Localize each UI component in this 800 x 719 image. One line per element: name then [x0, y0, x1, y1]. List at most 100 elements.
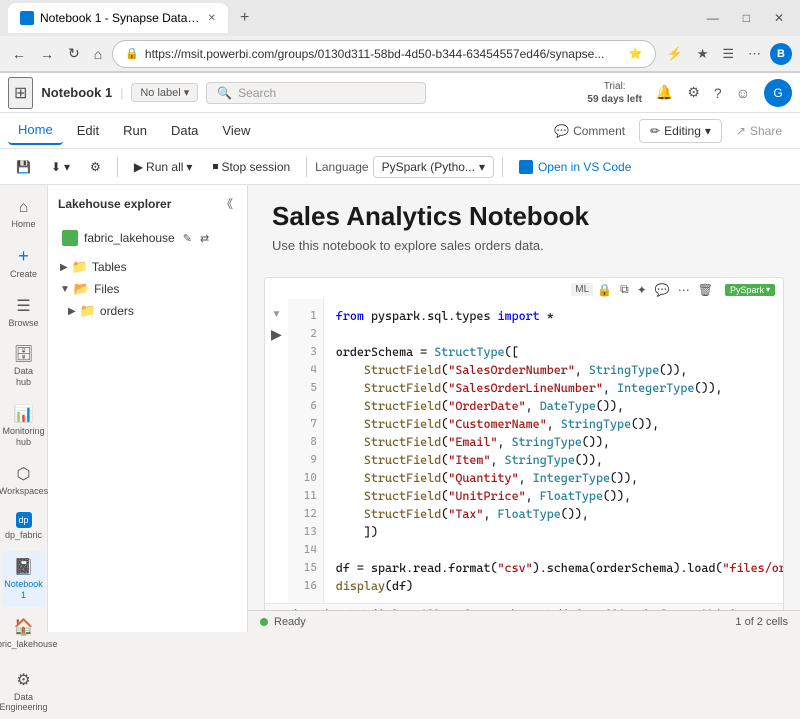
- app-header: ⊞ Notebook 1 | No label ▾ 🔍 Search Trial…: [0, 73, 800, 113]
- notification-button[interactable]: 🔔: [650, 80, 679, 105]
- nav-dp-fabric[interactable]: dp dp_fabric: [2, 506, 46, 547]
- cell-more-button[interactable]: ⋯: [674, 281, 694, 299]
- cell-chat-button[interactable]: 💬: [651, 281, 674, 299]
- share-button[interactable]: ↗ Share: [726, 119, 792, 143]
- app-grid-button[interactable]: ⊞: [8, 77, 33, 109]
- nav-notebook1[interactable]: 📓 Notebook 1: [2, 551, 46, 607]
- menu-tab-data[interactable]: Data: [161, 117, 208, 144]
- notebook-scroll[interactable]: Sales Analytics Notebook Use this notebo…: [248, 185, 800, 610]
- tree-item-tables[interactable]: ▶ 📁 Tables: [56, 256, 239, 278]
- trial-line1: Trial:: [587, 80, 641, 93]
- cell-content: ▼ ▶ 1 2 3 4 5 6 7 8 9 10 11: [265, 299, 783, 603]
- language-value: PySpark (Pytho...: [382, 160, 475, 174]
- menu-tab-run[interactable]: Run: [113, 117, 157, 144]
- forward-button[interactable]: →: [36, 42, 58, 66]
- browse-nav-label: Browse: [8, 318, 38, 329]
- nav-workspaces[interactable]: ⬡ Workspaces: [2, 458, 46, 503]
- home-button[interactable]: ⌂: [90, 42, 106, 66]
- cell-expand-button[interactable]: ▼: [269, 307, 283, 322]
- sidebar-content: fabric_lakehouse ✎ ⇄ ▶ 📁 Tables ▼ 📂 File…: [48, 218, 247, 632]
- tree-item-files[interactable]: ▼ 📂 Files: [56, 278, 239, 300]
- tree-item-orders[interactable]: ▶ 📁 orders: [56, 300, 239, 322]
- notebook-title: Sales Analytics Notebook: [272, 201, 776, 232]
- toolbar-separator: [117, 157, 118, 177]
- code-editor[interactable]: from pyspark.sql.types import * orderSch…: [324, 299, 783, 603]
- cell-settings-button[interactable]: ⚙: [82, 156, 109, 178]
- user-avatar[interactable]: G: [764, 79, 792, 107]
- editing-button[interactable]: ✏ Editing ▾: [639, 119, 722, 143]
- nav-fabric-lakehouse[interactable]: 🏠 fabric_lakehouse: [2, 611, 46, 656]
- minimize-button[interactable]: —: [699, 7, 727, 29]
- home-nav-label: Home: [11, 219, 35, 230]
- url-text: https://msit.powerbi.com/groups/0130d311…: [145, 47, 623, 61]
- lakehouse-swap-icon[interactable]: ⇄: [200, 232, 209, 245]
- monitoring-nav-icon: 📊: [14, 404, 34, 424]
- help-button[interactable]: ?: [708, 80, 728, 105]
- datahub-nav-icon: 🗄: [13, 344, 33, 364]
- refresh-button[interactable]: ↻: [64, 41, 84, 66]
- download-button[interactable]: ⬇ ▾: [43, 156, 78, 178]
- new-tab-button[interactable]: +: [232, 5, 257, 31]
- monitoring-nav-label: Monitoring hub: [2, 426, 44, 448]
- cell-delete-button[interactable]: 🗑: [694, 281, 717, 299]
- data-engineering-nav-label: Data Engineering: [0, 692, 48, 714]
- bing-button[interactable]: B: [770, 43, 792, 65]
- save-button[interactable]: 💾: [8, 156, 39, 178]
- nav-datahub[interactable]: 🗄 Data hub: [2, 338, 46, 394]
- nav-monitoring[interactable]: 📊 Monitoring hub: [2, 398, 46, 454]
- nav-create[interactable]: + Create: [2, 240, 46, 286]
- toolbar-separator-2: [306, 157, 307, 177]
- header-search[interactable]: 🔍 Search: [206, 82, 426, 104]
- favorites-button[interactable]: ★: [692, 43, 714, 65]
- cell-ai-button[interactable]: ✦: [633, 281, 651, 299]
- maximize-button[interactable]: □: [735, 7, 758, 29]
- lakehouse-nav-label: fabric_lakehouse: [0, 639, 58, 650]
- close-button[interactable]: ✕: [766, 7, 792, 29]
- notebook-nav-icon: 📓: [14, 557, 34, 577]
- tab-close[interactable]: ✕: [208, 13, 216, 24]
- files-chevron-icon: ▼: [60, 284, 70, 295]
- lakehouse-item[interactable]: fabric_lakehouse ✎ ⇄: [56, 226, 239, 250]
- status-text: Ready: [274, 616, 306, 628]
- app-name: Notebook 1: [41, 85, 112, 100]
- nav-browse[interactable]: ☰ Browse: [2, 290, 46, 335]
- download-icon: ⬇: [51, 160, 61, 174]
- nav-data-engineering[interactable]: ⚙ Data Engineering: [2, 664, 46, 719]
- menu-tab-edit[interactable]: Edit: [67, 117, 109, 144]
- comment-button[interactable]: 💬 Comment: [544, 119, 635, 143]
- sidebar: Lakehouse explorer 《 fabric_lakehouse ✎ …: [48, 185, 248, 632]
- menu-tab-view[interactable]: View: [212, 117, 260, 144]
- notebook-subtitle: Use this notebook to explore sales order…: [272, 238, 776, 253]
- browser-menu-button[interactable]: ⋯: [743, 43, 766, 65]
- save-icon: 💾: [16, 160, 31, 174]
- workspaces-nav-label: Workspaces: [0, 486, 48, 497]
- menu-tab-home[interactable]: Home: [8, 116, 63, 145]
- language-selector[interactable]: PySpark (Pytho... ▾: [373, 156, 494, 178]
- open-vscode-button[interactable]: Open in VS Code: [511, 156, 639, 178]
- address-bar[interactable]: 🔒 https://msit.powerbi.com/groups/0130d3…: [112, 40, 655, 68]
- cell-lock-button[interactable]: 🔒: [593, 281, 616, 299]
- tables-label: Tables: [92, 260, 127, 274]
- feedback-button[interactable]: ☺: [730, 80, 756, 105]
- dp-fabric-nav-label: dp_fabric: [5, 530, 42, 541]
- lakehouse-edit-icon[interactable]: ✎: [183, 232, 192, 245]
- stop-session-button[interactable]: ⏹ Stop session: [204, 155, 298, 178]
- settings-button[interactable]: ⚙: [681, 80, 706, 105]
- browser-tab[interactable]: Notebook 1 - Synapse Data Eng... ✕: [8, 3, 228, 33]
- extensions-button[interactable]: ⚡: [662, 43, 688, 65]
- pyspark-badge[interactable]: PySpark ▾: [725, 284, 775, 296]
- settings-icon: ⚙: [90, 160, 101, 174]
- cell-copy-button[interactable]: ⧉: [616, 280, 633, 299]
- label-badge[interactable]: No label ▾: [131, 83, 198, 102]
- run-all-chevron-icon: ▾: [186, 160, 192, 174]
- language-chevron-icon: ▾: [479, 160, 485, 174]
- cell-play-button[interactable]: ▶: [269, 324, 284, 345]
- trial-line2: 59 days left: [587, 93, 641, 106]
- left-nav: ⌂ Home + Create ☰ Browse 🗄 Data hub 📊 Mo…: [0, 185, 48, 632]
- run-all-button[interactable]: ▶ Run all ▾: [126, 156, 201, 178]
- nav-home[interactable]: ⌂ Home: [2, 193, 46, 236]
- sidebar-collapse-button[interactable]: 《: [217, 193, 237, 214]
- sidebar-title: Lakehouse explorer: [58, 197, 171, 211]
- back-button[interactable]: ←: [8, 42, 30, 66]
- collections-button[interactable]: ☰: [717, 43, 739, 65]
